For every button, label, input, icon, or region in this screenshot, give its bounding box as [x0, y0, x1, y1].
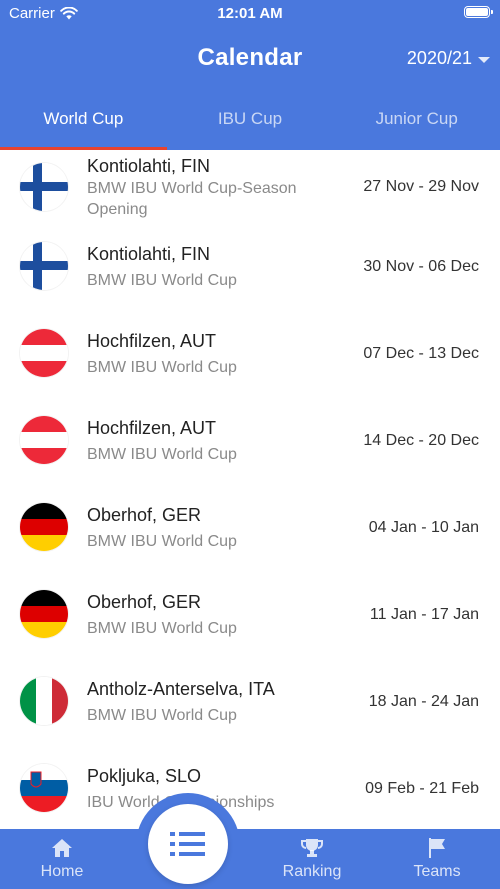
- event-row[interactable]: Oberhof, GER BMW IBU World Cup 04 Jan - …: [0, 498, 500, 585]
- season-selector[interactable]: 2020/21: [407, 48, 490, 69]
- caret-down-icon: [478, 56, 490, 63]
- event-dates: 14 Dec - 20 Dec: [363, 432, 479, 449]
- event-place: Oberhof, GER: [87, 505, 202, 525]
- status-bar: Carrier 12:01 AM: [0, 0, 500, 28]
- event-place: Oberhof, GER: [87, 592, 202, 612]
- event-dates: 07 Dec - 13 Dec: [363, 345, 479, 362]
- event-dates: 18 Jan - 24 Jan: [368, 693, 479, 710]
- event-row[interactable]: Hochfilzen, AUT BMW IBU World Cup 07 Dec…: [0, 324, 500, 411]
- nav-teams-label: Teams: [413, 863, 461, 880]
- event-place: Pokljuka, SLO: [87, 766, 202, 786]
- event-row[interactable]: Kontiolahti, FIN BMW IBU World Cup 30 No…: [0, 237, 500, 324]
- slovenia-flag-icon: [20, 764, 68, 812]
- event-row[interactable]: Kontiolahti, FIN BMW IBU World Cup-Seaso…: [0, 150, 500, 237]
- nav-home-label: Home: [40, 863, 84, 880]
- tab-junior-cup[interactable]: Junior Cup: [333, 100, 500, 150]
- event-row[interactable]: Hochfilzen, AUT BMW IBU World Cup 14 Dec…: [0, 411, 500, 498]
- trophy-icon: [301, 839, 323, 857]
- event-place: Kontiolahti, FIN: [87, 156, 211, 176]
- nav-ranking[interactable]: Ranking: [262, 829, 362, 889]
- italy-flag-icon: [20, 677, 68, 725]
- tab-ibu-cup[interactable]: IBU Cup: [167, 100, 334, 150]
- event-name: BMW IBU World Cup: [87, 446, 237, 463]
- germany-flag-icon: [20, 503, 68, 551]
- event-name: BMW IBU World Cup: [87, 272, 237, 289]
- event-name: BMW IBU World Cup: [87, 533, 237, 550]
- event-dates: 04 Jan - 10 Jan: [368, 519, 479, 536]
- event-dates: 30 Nov - 06 Dec: [363, 258, 479, 275]
- calendar-list-button[interactable]: [148, 804, 228, 884]
- event-name: BMW IBU World Cup-Season Opening: [87, 180, 297, 218]
- event-name: BMW IBU World Cup: [87, 707, 237, 724]
- event-list: Kontiolahti, FIN BMW IBU World Cup-Seaso…: [0, 150, 500, 829]
- app-header: Carrier 12:01 AM Calendar 2020/21 World …: [0, 0, 500, 150]
- flag-icon: [429, 838, 445, 858]
- event-row[interactable]: Oberhof, GER BMW IBU World Cup 11 Jan - …: [0, 585, 500, 672]
- list-icon: [170, 832, 205, 856]
- nav-teams[interactable]: Teams: [387, 829, 487, 889]
- event-name: BMW IBU World Cup: [87, 620, 237, 637]
- status-time: 12:01 AM: [217, 5, 283, 22]
- nav-home[interactable]: Home: [12, 829, 112, 889]
- austria-flag-icon: [20, 416, 68, 464]
- event-dates: 11 Jan - 17 Jan: [369, 606, 479, 623]
- event-row[interactable]: Pokljuka, SLO IBU World Championships 09…: [0, 759, 500, 829]
- event-name: BMW IBU World Cup: [87, 359, 237, 376]
- nav-ranking-label: Ranking: [282, 863, 342, 880]
- austria-flag-icon: [20, 329, 68, 377]
- event-row[interactable]: Antholz-Anterselva, ITA BMW IBU World Cu…: [0, 672, 500, 759]
- germany-flag-icon: [20, 590, 68, 638]
- event-dates: 09 Feb - 21 Feb: [365, 780, 479, 797]
- competition-tabs: World Cup IBU Cup Junior Cup: [0, 100, 500, 150]
- tab-world-cup[interactable]: World Cup: [0, 100, 167, 150]
- event-dates: 27 Nov - 29 Nov: [363, 178, 479, 195]
- event-place: Antholz-Anterselva, ITA: [87, 679, 275, 699]
- bottom-nav: Home Ranking Teams: [0, 829, 500, 889]
- event-place: Hochfilzen, AUT: [87, 418, 217, 438]
- finland-flag-icon: [20, 163, 68, 211]
- home-icon: [52, 839, 72, 857]
- season-label: 2020/21: [406, 48, 472, 68]
- finland-flag-icon: [20, 242, 68, 290]
- event-place: Kontiolahti, FIN: [87, 244, 211, 264]
- battery-icon: [464, 6, 493, 18]
- event-place: Hochfilzen, AUT: [87, 331, 217, 351]
